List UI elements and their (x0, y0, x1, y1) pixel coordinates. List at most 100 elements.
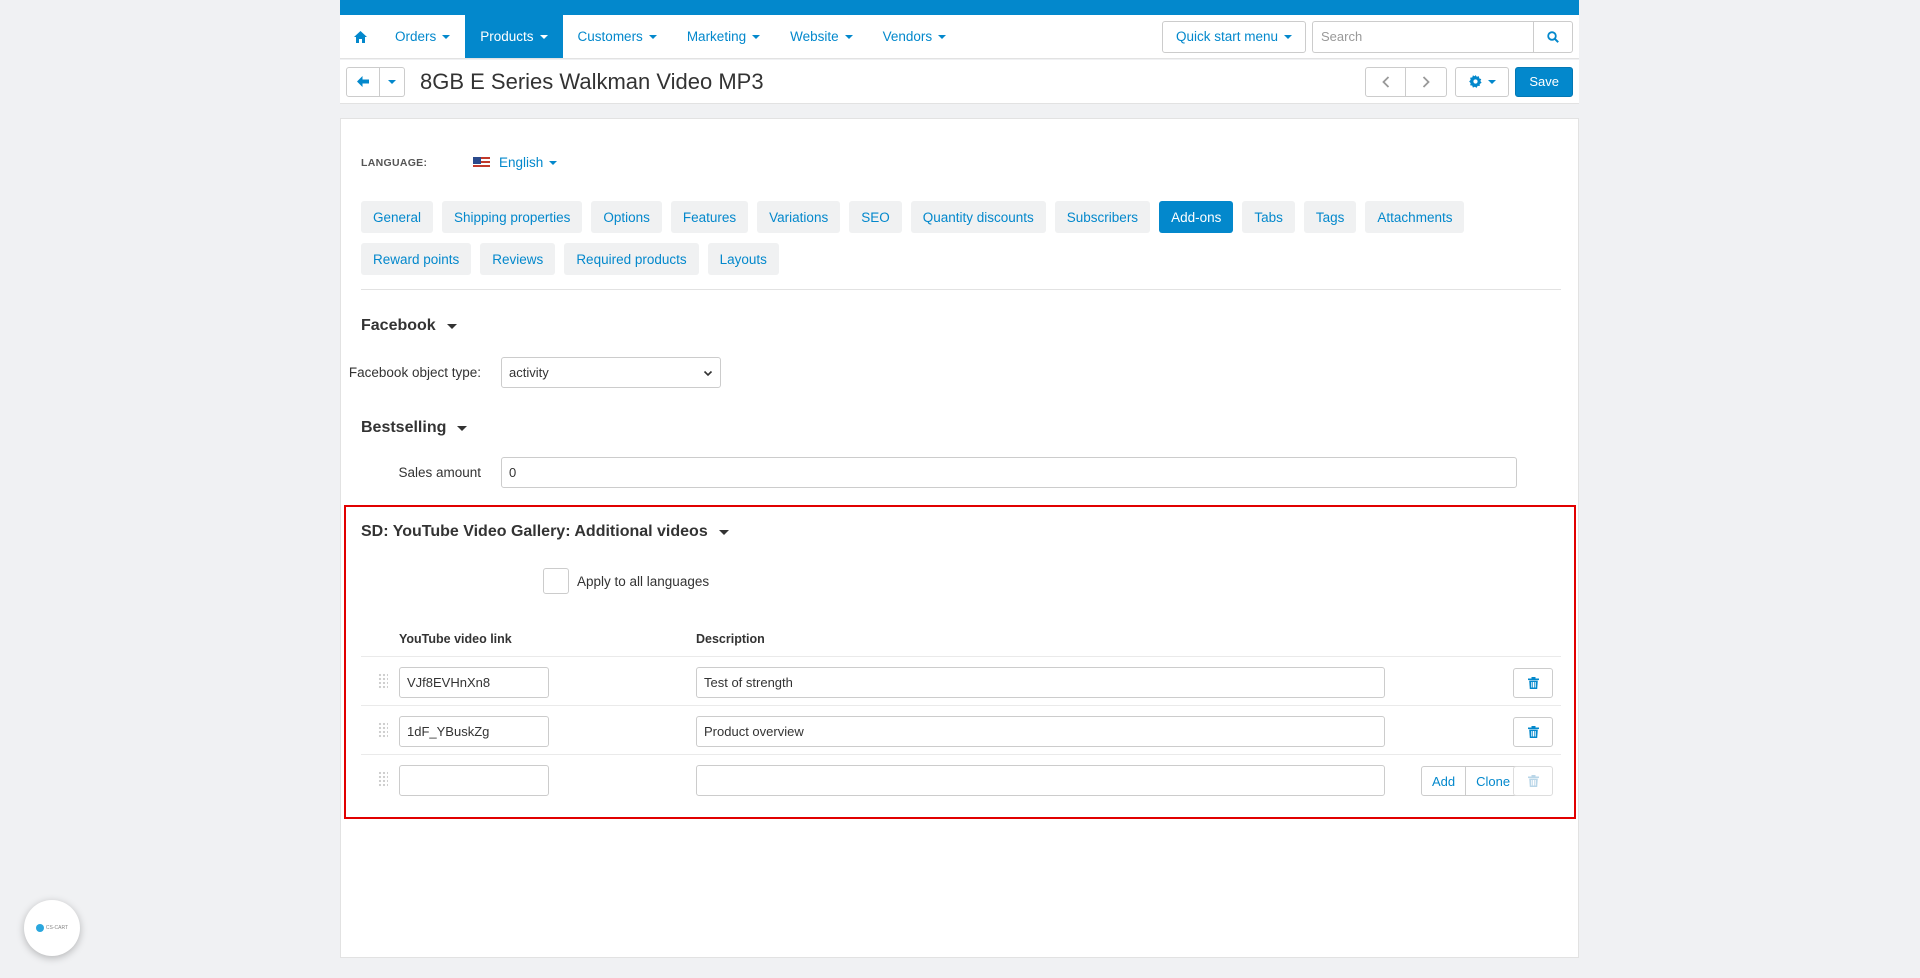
nav-marketing[interactable]: Marketing (672, 15, 775, 58)
home-link[interactable] (340, 15, 380, 58)
search-icon (1547, 30, 1559, 43)
us-flag-icon (473, 156, 490, 169)
main-navbar: Orders Products Customers Marketing Webs… (340, 15, 1579, 59)
search-button[interactable] (1533, 20, 1573, 53)
chevron-down-icon (648, 34, 657, 39)
save-button[interactable]: Save (1515, 66, 1573, 97)
tab-features[interactable]: Features (670, 201, 749, 233)
search-group (1312, 20, 1573, 53)
chevron-down-icon (752, 34, 761, 39)
delete-row-button[interactable] (1513, 717, 1553, 747)
youtube-link-input[interactable] (399, 667, 549, 698)
tab-required-products[interactable]: Required products (564, 243, 699, 275)
facebook-section-toggle[interactable]: Facebook (361, 317, 457, 335)
nav-vendors[interactable]: Vendors (868, 15, 962, 58)
language-row: LANGUAGE: English (361, 155, 558, 170)
chevron-down-icon (938, 34, 947, 39)
chevron-right-icon (1423, 75, 1431, 88)
quick-start-menu-button[interactable]: Quick start menu (1161, 20, 1306, 53)
tab-shipping-properties[interactable]: Shipping properties (442, 201, 583, 233)
trash-icon (1527, 726, 1539, 738)
tab-reviews[interactable]: Reviews (480, 243, 556, 275)
tab-variations[interactable]: Variations (757, 201, 841, 233)
chevron-down-icon (718, 529, 729, 535)
chevron-down-icon (539, 34, 548, 39)
sales-amount-row: Sales amount (341, 457, 1517, 488)
trash-icon (1527, 775, 1539, 787)
chevron-down-icon (549, 160, 558, 165)
drag-handle-icon[interactable] (378, 771, 388, 787)
bestselling-section-toggle[interactable]: Bestselling (361, 419, 468, 437)
apply-all-languages-checkbox[interactable] (543, 568, 569, 594)
chevron-left-icon (1382, 75, 1389, 88)
nav-products[interactable]: Products (465, 15, 563, 58)
sales-amount-input[interactable] (501, 457, 1517, 488)
settings-dropdown-button[interactable] (1455, 66, 1510, 97)
language-selector[interactable]: English (473, 155, 558, 170)
row-divider (361, 754, 1561, 755)
tab-seo[interactable]: SEO (849, 201, 902, 233)
chevron-down-icon (457, 425, 468, 431)
tab-layouts[interactable]: Layouts (707, 243, 779, 275)
add-row-button[interactable]: Add (1421, 766, 1467, 796)
chevron-down-icon (1487, 79, 1496, 84)
header-divider (361, 656, 1561, 657)
chevron-down-icon (442, 34, 451, 39)
tab-add-ons[interactable]: Add-ons (1159, 201, 1234, 233)
previous-product-button[interactable] (1365, 66, 1407, 97)
nav-right-tools: Quick start menu (1161, 15, 1579, 58)
video-description-input[interactable] (696, 765, 1385, 796)
cs-cart-logo-icon (35, 924, 44, 932)
sales-amount-label: Sales amount (398, 465, 481, 480)
video-description-input[interactable] (696, 667, 1385, 698)
back-button-group (346, 66, 405, 97)
tab-attachments[interactable]: Attachments (1365, 201, 1465, 233)
help-chat-bubble[interactable]: CS-CART (24, 900, 80, 956)
chevron-down-icon (703, 370, 713, 376)
nav-website[interactable]: Website (775, 15, 868, 58)
help-logo: CS-CART (35, 924, 68, 932)
youtube-gallery-section: SD: YouTube Video Gallery: Additional vi… (344, 505, 1576, 819)
nav-orders[interactable]: Orders (380, 15, 465, 58)
gear-icon (1469, 75, 1482, 88)
youtube-link-input[interactable] (399, 716, 549, 747)
product-tabs: General Shipping properties Options Feat… (361, 201, 1556, 285)
language-label: LANGUAGE: (361, 156, 428, 169)
tab-subscribers[interactable]: Subscribers (1054, 201, 1151, 233)
tabs-divider (361, 289, 1561, 290)
video-description-input[interactable] (696, 716, 1385, 747)
next-product-button[interactable] (1406, 66, 1448, 97)
trash-icon (1527, 677, 1539, 689)
facebook-object-type-label: Facebook object type: (348, 365, 481, 380)
tab-general[interactable]: General (361, 201, 434, 233)
delete-row-button[interactable] (1513, 766, 1553, 796)
home-icon (353, 30, 367, 43)
row-divider (361, 705, 1561, 706)
column-header-description: Description (696, 632, 765, 646)
search-input[interactable] (1312, 20, 1533, 53)
tab-tabs[interactable]: Tabs (1242, 201, 1295, 233)
tab-options[interactable]: Options (591, 201, 662, 233)
apply-all-languages-row: Apply to all languages (543, 568, 709, 594)
main-content-panel: LANGUAGE: English General Shipping prope… (340, 118, 1579, 958)
drag-handle-icon[interactable] (378, 673, 388, 689)
youtube-gallery-section-toggle[interactable]: SD: YouTube Video Gallery: Additional vi… (361, 523, 729, 541)
facebook-object-type-select[interactable]: activity (501, 357, 721, 388)
tab-reward-points[interactable]: Reward points (361, 243, 472, 275)
arrow-left-icon (357, 76, 369, 87)
nav-customers[interactable]: Customers (563, 15, 672, 58)
delete-row-button[interactable] (1513, 668, 1553, 698)
chevron-down-icon (1284, 34, 1292, 39)
column-header-youtube-link: YouTube video link (399, 632, 512, 646)
chevron-down-icon (446, 323, 457, 329)
facebook-object-type-row: Facebook object type: activity (341, 357, 721, 388)
tab-quantity-discounts[interactable]: Quantity discounts (910, 201, 1046, 233)
apply-all-languages-label: Apply to all languages (577, 573, 710, 589)
chevron-down-icon (388, 79, 396, 84)
top-admin-strip (340, 0, 1579, 15)
tab-tags[interactable]: Tags (1303, 201, 1357, 233)
youtube-link-input[interactable] (399, 765, 549, 796)
drag-handle-icon[interactable] (378, 722, 388, 738)
back-dropdown-button[interactable] (380, 66, 405, 97)
back-button[interactable] (346, 66, 380, 97)
